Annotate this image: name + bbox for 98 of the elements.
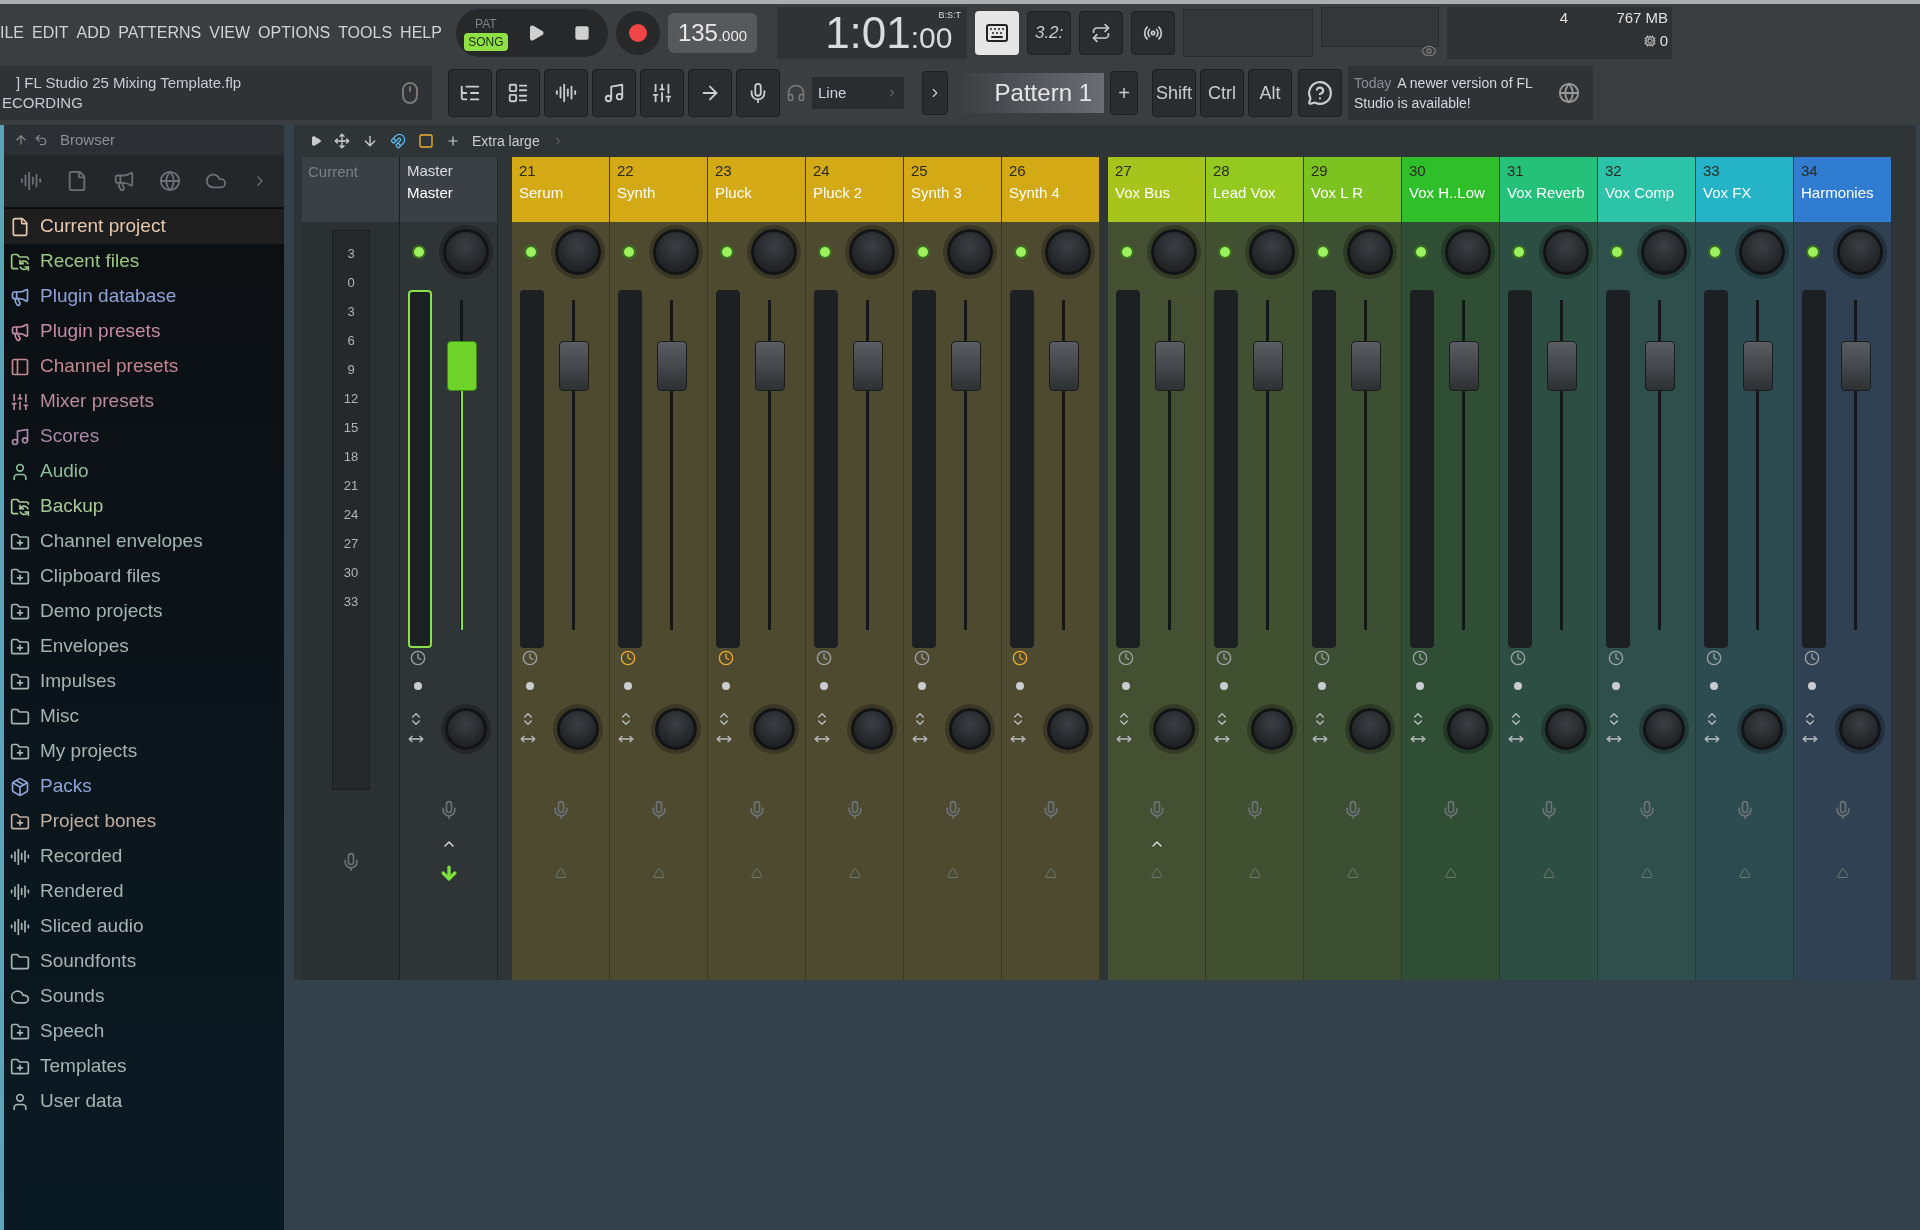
browser-item[interactable]: Recorded bbox=[4, 839, 284, 874]
browser-item[interactable]: Rendered bbox=[4, 874, 284, 909]
browser-item[interactable]: Scores bbox=[4, 419, 284, 454]
modifier-key[interactable]: Ctrl bbox=[1200, 69, 1244, 117]
insert-number: 27 bbox=[1115, 161, 1133, 181]
insert-name: Pluck bbox=[715, 183, 753, 203]
db-scale: 3 0 3 6 9 12 15 18 21 24 27 30 33 bbox=[332, 230, 370, 790]
menu-item[interactable]: PATTERNS bbox=[118, 21, 202, 45]
insert-header[interactable]: 21 Serum bbox=[512, 157, 609, 222]
mode-toggle[interactable]: PAT bbox=[471, 15, 501, 33]
insert-name: Serum bbox=[519, 183, 565, 203]
tempo-display[interactable]: 135.000 bbox=[667, 13, 758, 53]
insert-name: Vox Reverb bbox=[1507, 183, 1586, 203]
insert-header[interactable]: 28 Lead Vox bbox=[1206, 157, 1303, 222]
insert-name: Master bbox=[407, 183, 454, 203]
memory-reading: 767 MB bbox=[1616, 8, 1669, 28]
insert-header[interactable]: 24 Pluck 2 bbox=[806, 157, 903, 222]
insert-name: Synth 4 bbox=[1009, 183, 1061, 203]
menu-item[interactable]: EDIT bbox=[32, 21, 69, 45]
output-dropdown[interactable]: Line bbox=[812, 77, 904, 109]
insert-header[interactable]: 25 Synth 3 bbox=[904, 157, 1001, 222]
insert-number: 26 bbox=[1009, 161, 1027, 181]
browser-item[interactable]: Recent files bbox=[4, 244, 284, 279]
browser-item[interactable]: Misc bbox=[4, 699, 284, 734]
insert-name: Vox H..Low bbox=[1409, 183, 1486, 203]
mode-toggle[interactable]: SONG bbox=[464, 33, 508, 51]
insert-header[interactable]: 22 Synth bbox=[610, 157, 707, 222]
browser-item[interactable]: Speech bbox=[4, 1014, 284, 1049]
insert-number: 34 bbox=[1801, 161, 1819, 181]
browser-title: Browser bbox=[60, 129, 115, 150]
news-message: Today A newer version of FL Studio is available! bbox=[1354, 74, 1534, 113]
insert-name: Synth 3 bbox=[911, 183, 963, 203]
menu-item[interactable]: ADD bbox=[76, 21, 111, 45]
insert-header[interactable]: Master Master bbox=[400, 157, 497, 222]
insert-number: 32 bbox=[1605, 161, 1623, 181]
browser-item[interactable]: Packs bbox=[4, 769, 284, 804]
insert-header[interactable]: 27 Vox Bus bbox=[1108, 157, 1205, 222]
menu-item[interactable]: ILE bbox=[0, 21, 24, 45]
browser-item[interactable]: Demo projects bbox=[4, 594, 284, 629]
menu-item[interactable]: OPTIONS bbox=[258, 21, 331, 45]
insert-name: Synth bbox=[617, 183, 657, 203]
browser-item[interactable]: Templates bbox=[4, 1049, 284, 1084]
browser-item[interactable]: Project bones bbox=[4, 804, 284, 839]
current-label: Current bbox=[308, 163, 359, 180]
insert-number: 25 bbox=[911, 161, 929, 181]
browser-item[interactable]: User data bbox=[4, 1084, 284, 1119]
insert-name: Pluck 2 bbox=[813, 183, 864, 203]
insert-header[interactable]: 30 Vox H..Low bbox=[1402, 157, 1499, 222]
insert-header[interactable]: 29 Vox L R bbox=[1304, 157, 1401, 222]
browser-item[interactable]: Audio bbox=[4, 454, 284, 489]
browser-item[interactable]: Impulses bbox=[4, 664, 284, 699]
insert-header[interactable]: 33 Vox FX bbox=[1696, 157, 1793, 222]
browser-item[interactable]: Envelopes bbox=[4, 629, 284, 664]
polyphony-reading: 0 bbox=[1659, 30, 1669, 51]
browser-item[interactable]: Mixer presets bbox=[4, 384, 284, 419]
menu-item[interactable]: VIEW bbox=[209, 21, 251, 45]
browser-item[interactable]: Clipboard files bbox=[4, 559, 284, 594]
insert-name: Vox FX bbox=[1703, 183, 1753, 203]
snap-button[interactable]: 3.2: bbox=[1027, 11, 1072, 55]
browser-item[interactable]: Sliced audio bbox=[4, 909, 284, 944]
browser-item[interactable]: Plugin presets bbox=[4, 314, 284, 349]
insert-number: 23 bbox=[715, 161, 733, 181]
insert-name: Vox Comp bbox=[1605, 183, 1676, 203]
modifier-key[interactable]: Alt bbox=[1248, 69, 1292, 117]
browser-item[interactable]: Channel presets bbox=[4, 349, 284, 384]
menu-item[interactable]: TOOLS bbox=[338, 21, 393, 45]
insert-header[interactable]: 26 Synth 4 bbox=[1002, 157, 1099, 222]
modifier-key[interactable]: Shift bbox=[1152, 69, 1196, 117]
browser-item[interactable]: Sounds bbox=[4, 979, 284, 1014]
insert-header[interactable]: 32 Vox Comp bbox=[1598, 157, 1695, 222]
insert-header[interactable]: 34 Harmonies bbox=[1794, 157, 1891, 222]
insert-number: Master bbox=[407, 161, 454, 181]
insert-header[interactable]: 31 Vox Reverb bbox=[1500, 157, 1597, 222]
strip-size-label[interactable]: Extra large bbox=[472, 130, 540, 152]
cpu-reading: 4 bbox=[1559, 8, 1569, 28]
browser-item[interactable]: Channel envelopes bbox=[4, 524, 284, 559]
insert-number: 28 bbox=[1213, 161, 1231, 181]
insert-number: 33 bbox=[1703, 161, 1721, 181]
browser-item[interactable]: Soundfonts bbox=[4, 944, 284, 979]
browser-item[interactable]: Current project bbox=[4, 209, 284, 244]
insert-name: Vox L R bbox=[1311, 183, 1364, 203]
insert-number: 30 bbox=[1409, 161, 1427, 181]
insert-number: 22 bbox=[617, 161, 635, 181]
insert-name: Vox Bus bbox=[1115, 183, 1172, 203]
insert-name: Harmonies bbox=[1801, 183, 1875, 203]
insert-number: 31 bbox=[1507, 161, 1525, 181]
browser-item[interactable]: Plugin database bbox=[4, 279, 284, 314]
browser-item[interactable]: My projects bbox=[4, 734, 284, 769]
insert-number: 29 bbox=[1311, 161, 1329, 181]
browser-item[interactable]: Backup bbox=[4, 489, 284, 524]
recording-status: ECORDING bbox=[2, 93, 84, 113]
insert-header[interactable]: 23 Pluck bbox=[708, 157, 805, 222]
add-pattern-button[interactable]: + bbox=[1110, 71, 1138, 115]
project-title: ] FL Studio 25 Mixing Template.flp bbox=[15, 73, 242, 93]
insert-name: Lead Vox bbox=[1213, 183, 1277, 203]
menu-item[interactable]: HELP bbox=[400, 21, 442, 45]
insert-number: 21 bbox=[519, 161, 537, 181]
insert-number: 24 bbox=[813, 161, 831, 181]
